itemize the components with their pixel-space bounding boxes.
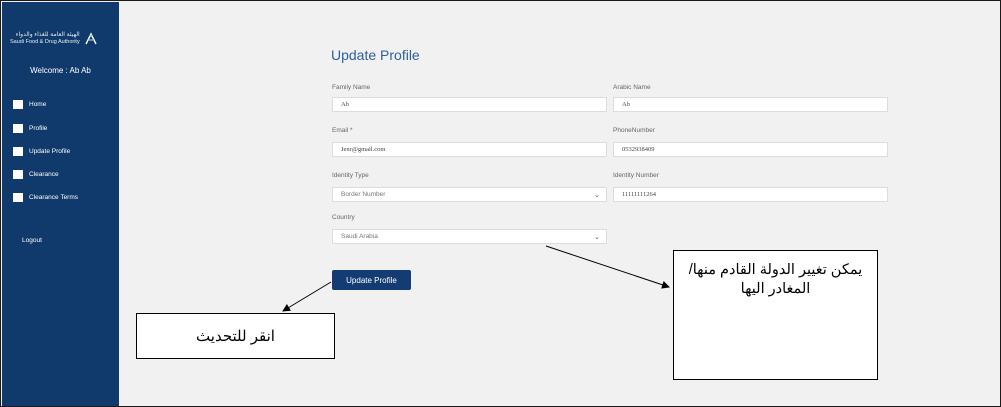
- identity-type-value: Border Number: [341, 191, 386, 198]
- update-arrow: [282, 281, 332, 312]
- sidebar-item-label: Update Profile: [29, 147, 71, 155]
- country-select[interactable]: Saudi Arabia ⌄: [332, 229, 607, 244]
- sidebar-item-label: Home: [29, 100, 47, 108]
- book-icon: [13, 169, 23, 179]
- sfda-logo: الهيئة العامة للغذاء والدواء Saudi Food …: [10, 30, 114, 48]
- logo-arabic-text: الهيئة العامة للغذاء والدواء: [15, 32, 80, 38]
- sidebar-item-clearance-terms[interactable]: Clearance Terms: [13, 191, 78, 203]
- sidebar-item-label: Clearance Terms: [29, 193, 79, 201]
- email-label: Email *: [332, 127, 353, 134]
- phone-field[interactable]: 0532938409: [613, 142, 888, 157]
- country-arrow: [545, 245, 670, 289]
- book-icon: [13, 99, 23, 109]
- identity-type-label: Identity Type: [332, 172, 369, 179]
- welcome-text: Welcome : Ab Ab: [30, 66, 91, 75]
- country-annotation-text: يمكن تغيير الدولة القادم منها/ المغادر ا…: [688, 262, 863, 297]
- arabic-name-field[interactable]: Ab: [613, 97, 888, 112]
- sidebar-item-clearance[interactable]: Clearance: [13, 168, 59, 180]
- book-icon: [13, 123, 23, 133]
- app-frame: الهيئة العامة للغذاء والدواء Saudi Food …: [0, 0, 1001, 407]
- page-title: Update Profile: [331, 47, 420, 63]
- arabic-name-label: Arabic Name: [613, 84, 651, 91]
- identity-number-value: 11111111264: [622, 191, 657, 198]
- identity-number-label: Identity Number: [613, 172, 659, 179]
- chevron-down-icon: ⌄: [594, 233, 600, 241]
- chevron-down-icon: ⌄: [594, 191, 600, 199]
- sidebar-item-label: Profile: [29, 124, 48, 132]
- sidebar-item-update-profile[interactable]: Update Profile: [13, 145, 70, 157]
- country-label: Country: [332, 214, 355, 221]
- country-value: Saudi Arabia: [341, 233, 378, 240]
- update-annotation-box: انقر للتحديث: [136, 313, 335, 359]
- family-name-field[interactable]: Ab: [332, 97, 607, 112]
- update-annotation-text: انقر للتحديث: [196, 328, 275, 345]
- book-icon: [13, 146, 23, 156]
- sidebar-item-profile[interactable]: Profile: [13, 122, 47, 134]
- family-name-value: Ab: [341, 101, 349, 108]
- email-field[interactable]: Jenr@gmail.com: [332, 142, 607, 157]
- sfda-emblem-icon: [85, 32, 97, 45]
- logout-link[interactable]: Logout: [22, 237, 42, 244]
- family-name-label: Family Name: [332, 84, 371, 91]
- logo-english-text: Saudi Food & Drug Authority: [10, 39, 80, 45]
- identity-type-select[interactable]: Border Number ⌄: [332, 187, 607, 202]
- country-annotation-box: يمكن تغيير الدولة القادم منها/ المغادر ا…: [673, 250, 878, 380]
- email-value: Jenr@gmail.com: [341, 146, 386, 153]
- identity-number-field[interactable]: 11111111264: [613, 187, 888, 202]
- phone-value: 0532938409: [622, 146, 655, 153]
- phone-label: PhoneNumber: [613, 127, 655, 134]
- book-icon: [13, 192, 23, 202]
- arabic-name-value: Ab: [622, 101, 630, 108]
- update-profile-button[interactable]: Update Profile: [332, 270, 411, 290]
- sidebar-item-home[interactable]: Home: [13, 98, 46, 110]
- sidebar: الهيئة العامة للغذاء والدواء Saudi Food …: [2, 2, 119, 406]
- sidebar-item-label: Clearance: [29, 170, 59, 178]
